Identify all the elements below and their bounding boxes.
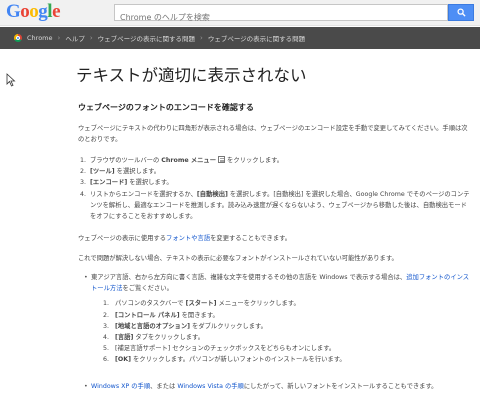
step-number: 2.	[103, 311, 110, 319]
step-number: 2.	[80, 168, 87, 176]
section-title: ウェブページのフォントのエンコードを確認する	[78, 103, 254, 112]
breadcrumb-item-current[interactable]: ウェブページの表示に関する問題	[208, 33, 305, 43]
list-item: 5. [補足言語サポート] セクションのチェックボックスをどちらもオンにします。	[103, 343, 472, 354]
search-box[interactable]	[114, 4, 448, 25]
no-fix-paragraph: これで問題が解決しない場合、テキストの表示に必要なフォントがインストールされてい…	[78, 255, 398, 262]
step-number: 1.	[103, 300, 110, 308]
step-text: を選択します。	[114, 168, 161, 176]
step-number: 6.	[103, 356, 110, 364]
list-item: 2. [ツール] を選択します。	[78, 166, 470, 177]
list-item: 1. パソコンのタスクバーで [スタート] メニューをクリックします。	[103, 298, 472, 309]
step-number: 4.	[103, 334, 110, 342]
list-item: 3. [地域と言語のオプション] をダブルクリックします。	[103, 321, 472, 332]
top-bar: Google	[0, 0, 480, 26]
paragraph-text: を変更することもできます。	[210, 235, 292, 242]
logo-letter: g	[38, 1, 48, 22]
search-icon	[456, 8, 466, 17]
logo-letter: o	[29, 1, 39, 22]
google-logo[interactable]: Google	[6, 1, 60, 23]
step-bold-text: [スタート]	[185, 300, 217, 308]
step-text: ブラウザのツールバーの	[90, 157, 162, 164]
step-text: を選択します。	[127, 179, 173, 187]
step-number: 1.	[80, 157, 87, 164]
bullet-text: をご覧ください。	[122, 285, 173, 293]
step-bold-text: [自動検出]	[196, 190, 228, 198]
chevron-right-icon: ›	[89, 34, 93, 42]
step-bold-text: [OK]	[115, 356, 131, 364]
step-number: 4.	[80, 190, 87, 198]
list-item: Windows XP の手順、または Windows Vista の手順にしたが…	[84, 381, 437, 392]
logo-letter: o	[20, 1, 30, 22]
mouse-cursor-icon	[6, 73, 16, 87]
windows-xp-link[interactable]: Windows XP の手順	[91, 383, 150, 390]
logo-letter: G	[6, 1, 21, 22]
chevron-right-icon: ›	[200, 34, 203, 42]
list-item: 4. [言語] タブをクリックします。	[103, 332, 472, 343]
step-bold-text: [言語]	[115, 334, 134, 342]
intro-paragraph: ウェブページにテキストの代わりに四角形が表示される場合は、ウェブページのエンコー…	[78, 125, 468, 143]
fonts-languages-link[interactable]: フォントや言語	[166, 235, 210, 242]
step-text: を開きます。	[179, 311, 219, 319]
bullet-text: 東アジア言語、右から左方向に書く言語、複雑な文字を使用するその他の言語を Win…	[91, 274, 407, 281]
list-item: 3. [エンコード] を選択します。	[78, 177, 470, 188]
step-number: 3.	[103, 322, 110, 330]
encoding-steps-list: 1. ブラウザのツールバーの Chrome メニュー をクリックします。 2. …	[78, 155, 470, 222]
list-item: 東アジア言語、右から左方向に書く言語、複雑な文字を使用するその他の言語を Win…	[84, 272, 472, 366]
list-item: 6. [OK] をクリックします。パソコンが新しいフォントのインストールを行います…	[103, 354, 472, 365]
font-change-paragraph: ウェブページの表示に使用するフォントや言語を変更することもできます。	[78, 233, 470, 244]
search-input[interactable]	[115, 10, 447, 25]
search-button[interactable]	[448, 4, 474, 21]
chrome-icon	[14, 34, 22, 42]
step-bold-text: [地域と言語のオプション]	[115, 322, 191, 330]
chevron-right-icon: ›	[57, 34, 61, 42]
step-bold-text: [コントロール パネル]	[115, 311, 180, 319]
breadcrumb-item-category[interactable]: ウェブページの表示に関する問題	[98, 33, 195, 43]
bullet-text: にしたがって、新しいフォントをインストールすることもできます。	[243, 383, 438, 390]
list-item: 4. リストからエンコードを選択するか、[自動検出] を選択します。[自動検出]…	[78, 189, 470, 223]
step-number: 3.	[80, 179, 87, 187]
logo-letter: e	[52, 1, 60, 22]
step-bold-text: Chrome メニュー	[161, 157, 217, 164]
list-item: 2. [コントロール パネル] を開きます。	[103, 310, 472, 321]
breadcrumb-item-help[interactable]: ヘルプ	[65, 33, 85, 43]
bullet-text: 、または	[150, 383, 178, 390]
step-text: [補足言語サポート] セクションのチェックボックスをどちらもオンにします。	[115, 345, 336, 353]
step-text: リストからエンコードを選択するか、	[90, 190, 197, 198]
breadcrumb-item-chrome[interactable]: Chrome	[27, 34, 53, 42]
windows-steps-list: 1. パソコンのタスクバーで [スタート] メニューをクリックします。 2. [コン…	[103, 298, 472, 365]
step-text: をダブルクリックします。	[190, 322, 267, 330]
menu-icon	[218, 156, 226, 163]
step-text: をクリックします。	[225, 157, 284, 164]
breadcrumb: Chrome › ヘルプ › ウェブページの表示に関する問題 › ウェブページの…	[0, 27, 480, 49]
step-number: 5.	[103, 345, 110, 353]
paragraph-text: ウェブページの表示に使用する	[78, 235, 167, 242]
step-text: タブをクリックします。	[133, 334, 204, 342]
step-text: パソコンのタスクバーで	[115, 300, 186, 308]
step-text: メニューをクリックします。	[216, 300, 300, 308]
step-bold-text: [エンコード]	[90, 179, 128, 187]
step-text: をクリックします。パソコンが新しいフォントのインストールを行います。	[131, 356, 346, 364]
windows-vista-link[interactable]: Windows Vista の手順	[177, 383, 244, 390]
font-install-bullets: 東アジア言語、右から左方向に書く言語、複雑な文字を使用するその他の言語を Win…	[84, 272, 472, 366]
list-item: 1. ブラウザのツールバーの Chrome メニュー をクリックします。	[78, 155, 470, 166]
step-bold-text: [ツール]	[90, 168, 115, 176]
page-title: テキストが適切に表示されない	[76, 66, 307, 85]
